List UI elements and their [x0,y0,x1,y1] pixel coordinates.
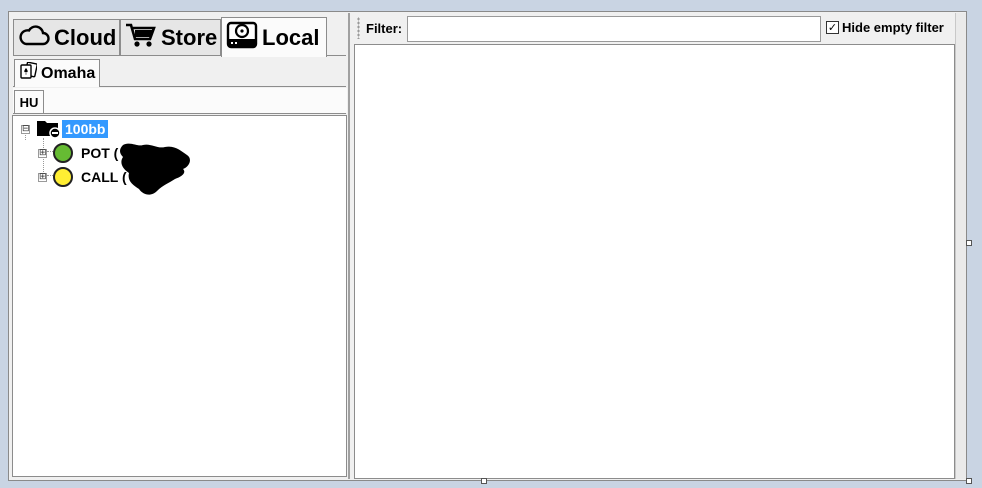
content-area [354,44,955,479]
tree-node-pot-label: POT ( [81,145,119,161]
app-frame: Cloud Store Local Omaha HU ⊟ 100bb ⊞ POT… [8,11,967,481]
tree-node-root[interactable]: ⊟ 100bb [21,118,109,141]
cards-icon [20,61,38,85]
tree-node-root-label: 100bb [62,120,109,138]
tab-omaha-label: Omaha [41,64,96,82]
format-tabs: HU [13,88,347,113]
resize-handle-corner[interactable] [966,478,972,484]
right-splitter[interactable] [955,13,966,479]
hard-drive-icon [226,21,258,55]
hide-empty-filter-toggle[interactable]: ✓ Hide empty filter [826,20,944,35]
tab-cloud-label: Cloud [54,24,117,50]
cart-icon [125,22,157,54]
collapse-icon[interactable]: ⊟ [21,124,30,134]
filter-input[interactable] [407,16,821,42]
hide-empty-checkbox[interactable]: ✓ [826,21,839,34]
tab-local[interactable]: Local [221,17,327,57]
tab-omaha[interactable]: Omaha [14,59,100,87]
tree-node-call[interactable]: ⊞ CALL ( [38,166,127,188]
filter-label: Filter: [366,21,403,36]
source-tabs: Cloud Store Local [13,15,347,57]
green-circle-icon [53,143,73,163]
filter-toolbar: Filter: ✓ Hide empty filter [354,13,956,44]
tab-store-label: Store [161,24,218,50]
toolbar-grip[interactable] [357,17,360,39]
resize-handle-right[interactable] [966,240,972,246]
tab-hu[interactable]: HU [14,90,44,113]
right-pane: Filter: ✓ Hide empty filter [354,13,956,479]
expand-icon[interactable]: ⊞ [38,172,47,182]
range-tree: ⊟ 100bb ⊞ POT ( ⊞ CALL ( [12,115,347,477]
tab-store[interactable]: Store [120,19,221,55]
yellow-circle-icon [53,167,73,187]
format-tabs-divider [13,113,346,114]
game-tabs: Omaha [13,59,347,87]
redaction-scribble [120,143,190,195]
left-pane: Cloud Store Local Omaha HU ⊟ 100bb ⊞ POT… [10,13,350,479]
hide-empty-label: Hide empty filter [842,20,944,35]
tab-cloud[interactable]: Cloud [13,19,120,55]
resize-handle-bottom[interactable] [481,478,487,484]
tab-hu-label: HU [19,94,39,110]
tab-local-label: Local [262,24,320,50]
expand-icon[interactable]: ⊞ [38,148,47,158]
folder-minus-icon [36,118,62,141]
tree-node-pot[interactable]: ⊞ POT ( [38,142,118,164]
cloud-icon [18,23,50,53]
